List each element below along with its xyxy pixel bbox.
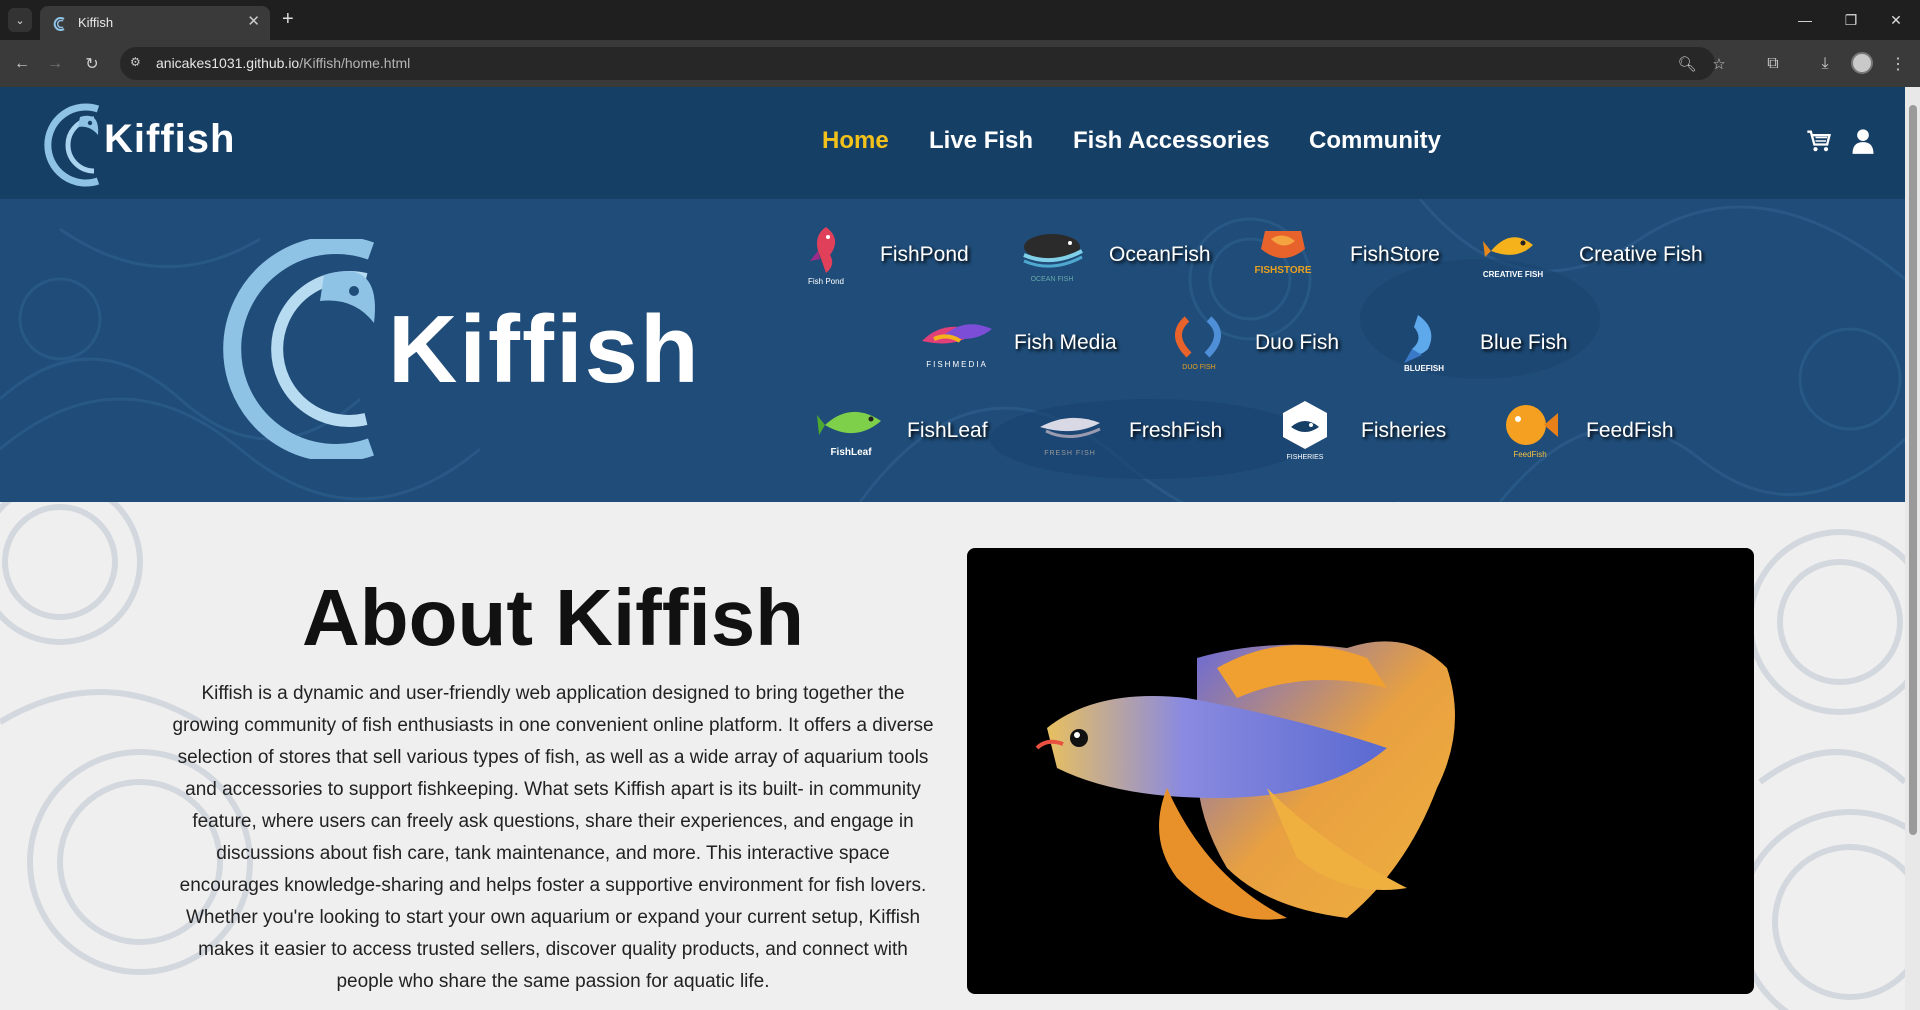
tab-title: Kiffish bbox=[78, 15, 114, 30]
svg-text:BLUEFISH: BLUEFISH bbox=[1404, 364, 1444, 373]
feedfish-logo: FeedFish bbox=[1494, 397, 1566, 463]
minimize-icon[interactable]: — bbox=[1791, 6, 1819, 34]
creative-fish-logo: CREATIVE FISH bbox=[1477, 221, 1549, 287]
store-name[interactable]: Creative Fish bbox=[1579, 243, 1703, 267]
svg-text:FishLeaf: FishLeaf bbox=[830, 447, 872, 458]
web-page: Kiffish Home Live Fish Fish Accessories … bbox=[0, 87, 1905, 1010]
nav-home[interactable]: Home bbox=[822, 127, 889, 155]
store-name[interactable]: Fisheries bbox=[1361, 419, 1446, 443]
store-feedfish[interactable]: FeedFish FeedFish bbox=[1494, 397, 1694, 467]
store-name[interactable]: FishStore bbox=[1350, 243, 1440, 267]
download-icon[interactable]: ⤓ bbox=[1813, 52, 1837, 76]
site-header: Kiffish Home Live Fish Fish Accessories … bbox=[0, 87, 1905, 199]
fisheries-logo: FISHERIES bbox=[1269, 397, 1341, 463]
browser-tab[interactable]: Kiffish ✕ bbox=[40, 6, 270, 40]
svg-text:FISHSTORE: FISHSTORE bbox=[1254, 265, 1311, 276]
svg-text:OCEAN FISH: OCEAN FISH bbox=[1031, 276, 1074, 283]
site-info-icon[interactable]: ⚙ bbox=[130, 55, 146, 71]
browser-tab-bar: ⌄ Kiffish ✕ + — ❐ ✕ bbox=[0, 0, 1920, 40]
url-text[interactable]: anicakes1031.github.io/Kiffish/home.html bbox=[156, 55, 410, 71]
fishstore-logo: FISHSTORE bbox=[1247, 221, 1319, 287]
tab-close-icon[interactable]: ✕ bbox=[247, 13, 260, 31]
address-toolbar: ← → ↻ ⚙ anicakes1031.github.io/Kiffish/h… bbox=[0, 40, 1920, 87]
store-name[interactable]: Duo Fish bbox=[1255, 331, 1339, 355]
user-icon[interactable] bbox=[1849, 127, 1877, 155]
svg-text:Fish Pond: Fish Pond bbox=[808, 277, 844, 286]
betta-fish-image bbox=[967, 548, 1754, 994]
bookmark-star-icon[interactable]: ☆ bbox=[1708, 53, 1730, 75]
address-bar[interactable]: ⚙ anicakes1031.github.io/Kiffish/home.ht… bbox=[120, 47, 1726, 80]
store-fishstore[interactable]: FISHSTORE FishStore bbox=[1247, 221, 1447, 291]
duo-fish-logo: DUO FISH bbox=[1163, 309, 1235, 375]
logo-text[interactable]: Kiffish bbox=[104, 117, 235, 162]
hero-logo-text: Kiffish bbox=[388, 296, 701, 403]
menu-dots-icon[interactable]: ⋮ bbox=[1886, 52, 1910, 76]
svg-text:FISHMEDIA: FISHMEDIA bbox=[926, 360, 988, 369]
fish-media-logo: FISHMEDIA bbox=[914, 309, 1000, 375]
nav-community[interactable]: Community bbox=[1309, 127, 1441, 155]
fishleaf-logo: FishLeaf bbox=[815, 397, 887, 463]
store-duo-fish[interactable]: DUO FISH Duo Fish bbox=[1163, 309, 1363, 379]
profile-avatar[interactable] bbox=[1851, 52, 1873, 74]
svg-text:FISHERIES: FISHERIES bbox=[1287, 454, 1324, 461]
svg-text:FeedFish: FeedFish bbox=[1513, 450, 1546, 459]
store-name[interactable]: Fish Media bbox=[1014, 331, 1117, 355]
store-freshfish[interactable]: FRESH FISH FreshFish bbox=[1034, 397, 1234, 467]
store-name[interactable]: FreshFish bbox=[1129, 419, 1222, 443]
store-fishpond[interactable]: Fish Pond FishPond bbox=[790, 221, 1020, 291]
about-title: About Kiffish bbox=[301, 573, 805, 662]
fishpond-logo: Fish Pond bbox=[790, 221, 862, 287]
freshfish-logo: FRESH FISH bbox=[1034, 397, 1106, 463]
oceanfish-logo: OCEAN FISH bbox=[1016, 221, 1088, 287]
extensions-icon[interactable]: ⧉ bbox=[1761, 52, 1785, 76]
scrollbar-thumb[interactable] bbox=[1909, 105, 1917, 835]
blue-fish-logo: BLUEFISH bbox=[1388, 309, 1460, 375]
store-name[interactable]: OceanFish bbox=[1109, 243, 1211, 267]
store-oceanfish[interactable]: OCEAN FISH OceanFish bbox=[1016, 221, 1226, 291]
store-fishleaf[interactable]: FishLeaf FishLeaf bbox=[815, 397, 1015, 467]
tab-list-chevron-icon[interactable]: ⌄ bbox=[8, 8, 32, 32]
reload-icon[interactable]: ↻ bbox=[80, 52, 104, 76]
about-section: About Kiffish Kiffish is a dynamic and u… bbox=[0, 502, 1905, 1010]
svg-text:DUO FISH: DUO FISH bbox=[1182, 364, 1215, 371]
svg-text:FRESH FISH: FRESH FISH bbox=[1044, 450, 1096, 457]
back-icon[interactable]: ← bbox=[10, 52, 34, 76]
nav-live-fish[interactable]: Live Fish bbox=[929, 127, 1033, 155]
about-description: Kiffish is a dynamic and user-friendly w… bbox=[172, 683, 934, 992]
store-fish-media[interactable]: FISHMEDIA Fish Media bbox=[914, 309, 1134, 379]
store-creative-fish[interactable]: CREATIVE FISH Creative Fish bbox=[1477, 221, 1717, 291]
nav-fish-accessories[interactable]: Fish Accessories bbox=[1073, 127, 1270, 155]
forward-icon[interactable]: → bbox=[43, 52, 67, 76]
kiffish-favicon-icon bbox=[53, 17, 65, 31]
zoom-icon[interactable]: 🔍︎ bbox=[1676, 53, 1698, 75]
store-name[interactable]: FeedFish bbox=[1586, 419, 1674, 443]
hero-banner: Kiffish Fish Pond FishPond OCEAN FISH Oc… bbox=[0, 199, 1905, 502]
new-tab-icon[interactable]: + bbox=[282, 7, 294, 31]
store-fisheries[interactable]: FISHERIES Fisheries bbox=[1269, 397, 1469, 467]
store-name[interactable]: Blue Fish bbox=[1480, 331, 1568, 355]
restore-icon[interactable]: ❐ bbox=[1837, 6, 1865, 34]
betta-fish-illustration bbox=[1035, 641, 1455, 920]
store-blue-fish[interactable]: BLUEFISH Blue Fish bbox=[1388, 309, 1588, 379]
close-window-icon[interactable]: ✕ bbox=[1882, 6, 1910, 34]
page-scrollbar[interactable] bbox=[1905, 87, 1920, 1010]
store-name[interactable]: FishLeaf bbox=[907, 419, 988, 443]
cart-icon[interactable] bbox=[1805, 127, 1833, 155]
store-name[interactable]: FishPond bbox=[880, 243, 969, 267]
svg-text:CREATIVE FISH: CREATIVE FISH bbox=[1483, 270, 1544, 279]
